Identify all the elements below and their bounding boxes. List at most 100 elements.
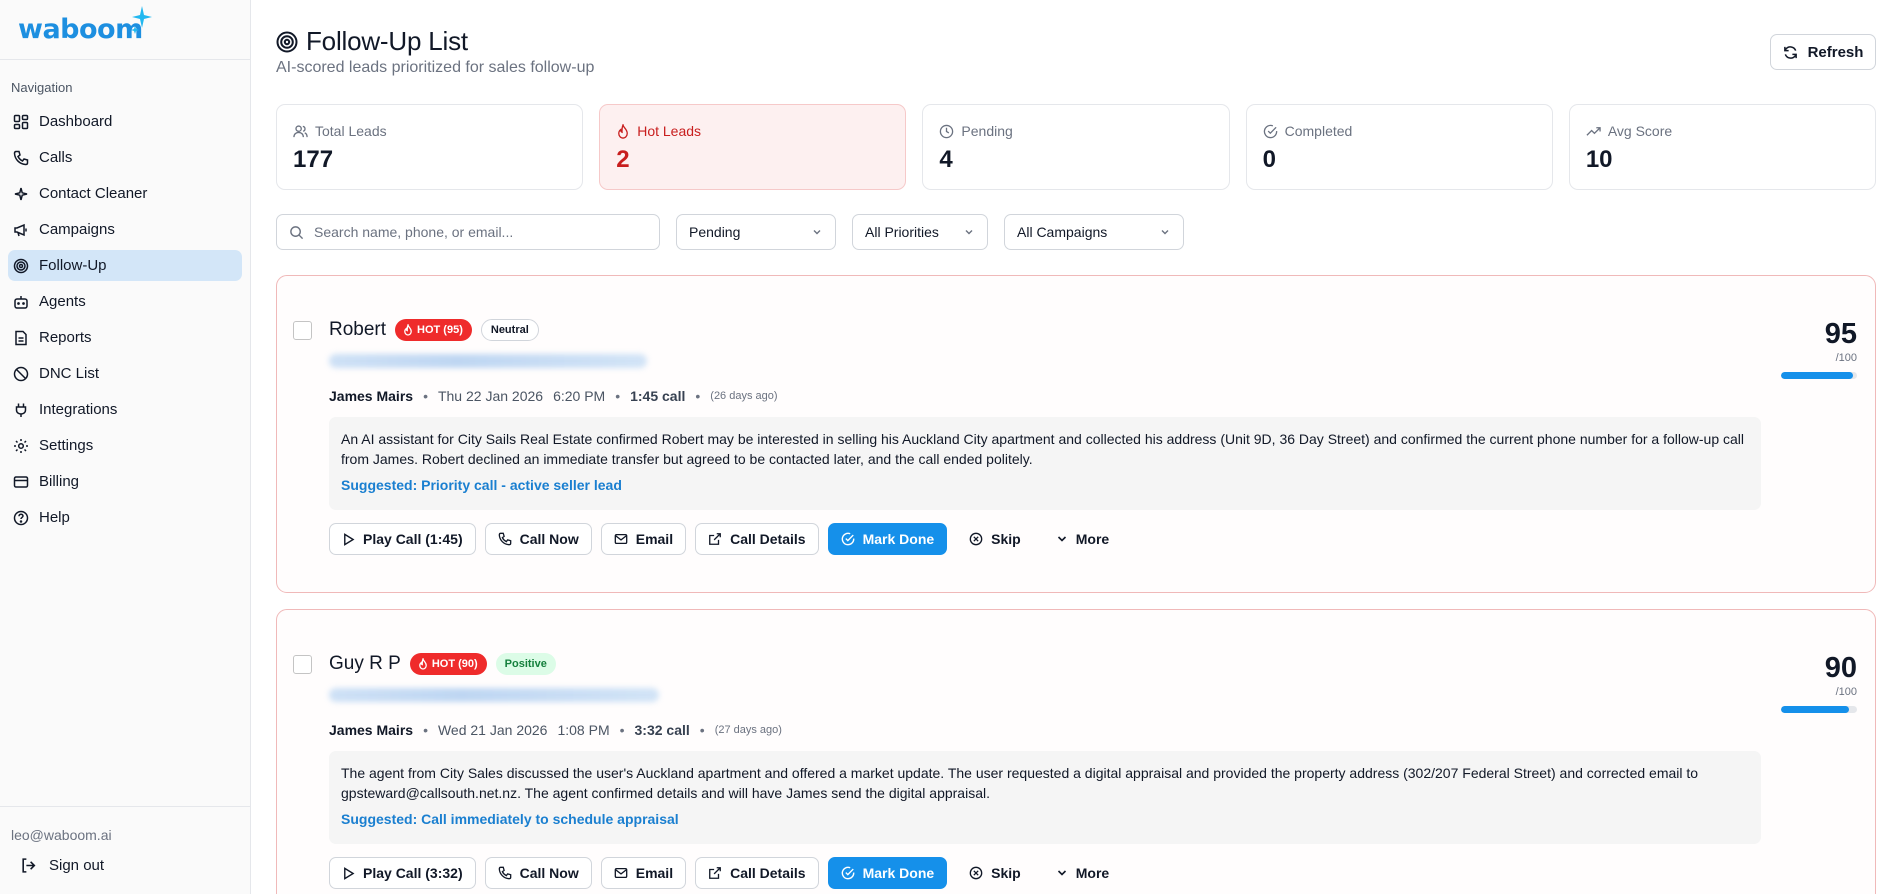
call-details-button[interactable]: Call Details xyxy=(695,523,819,555)
lead-name: Guy R P xyxy=(329,653,401,674)
email-button[interactable]: Email xyxy=(600,523,687,555)
status-select-value: Pending xyxy=(689,224,741,240)
sidebar-item-billing[interactable]: Billing xyxy=(8,466,242,497)
hot-badge: HOT (90) xyxy=(409,653,487,675)
play-call-button[interactable]: Play Call (3:32) xyxy=(329,857,476,889)
lead-actions: Play Call (1:45) Call Now Email Call Det… xyxy=(329,523,1131,555)
mark-done-button[interactable]: Mark Done xyxy=(827,857,948,889)
status-select[interactable]: Pending xyxy=(676,214,836,250)
call-summary: The agent from City Sales discussed the … xyxy=(329,751,1761,844)
sidebar-item-reports[interactable]: Reports xyxy=(8,322,242,353)
filter-bar: Search name, phone, or email... Pending … xyxy=(276,214,1200,250)
bot-icon xyxy=(12,293,30,311)
chevron-down-icon xyxy=(1159,226,1171,238)
help-circle-icon xyxy=(12,509,30,527)
sentiment-badge: Positive xyxy=(495,653,556,675)
sidebar-item-integrations[interactable]: Integrations xyxy=(8,394,242,425)
more-button[interactable]: More xyxy=(1043,523,1122,555)
sidebar-item-calls[interactable]: Calls xyxy=(8,142,242,173)
campaign-select[interactable]: All Campaigns xyxy=(1004,214,1184,250)
mark-done-label: Mark Done xyxy=(862,865,935,881)
refresh-label: Refresh xyxy=(1807,43,1864,61)
logo[interactable]: waboom xyxy=(0,0,250,60)
score-bar-fill xyxy=(1781,372,1854,379)
lead-score: 90 /100 xyxy=(1781,652,1857,713)
x-circle-icon xyxy=(969,532,983,546)
agent-name: James Mairs xyxy=(329,722,414,738)
nav-heading: Navigation xyxy=(11,80,73,95)
chevron-down-icon xyxy=(963,226,975,238)
brand-name: waboom xyxy=(18,14,143,45)
more-button[interactable]: More xyxy=(1043,857,1122,889)
play-call-label: Play Call (1:45) xyxy=(363,531,463,547)
lead-actions: Play Call (3:32) Call Now Email Call Det… xyxy=(329,857,1131,889)
mark-done-button[interactable]: Mark Done xyxy=(827,523,948,555)
stat-value: 10 xyxy=(1585,146,1613,173)
more-label: More xyxy=(1075,531,1110,547)
sidebar-item-agents[interactable]: Agents xyxy=(8,286,242,317)
megaphone-icon xyxy=(12,221,30,239)
sidebar-item-label: Integrations xyxy=(39,401,118,418)
sidebar-item-settings[interactable]: Settings xyxy=(8,430,242,461)
score-max: /100 xyxy=(1835,352,1857,364)
sidebar-item-label: Calls xyxy=(39,149,73,166)
priority-select[interactable]: All Priorities xyxy=(852,214,988,250)
trending-up-icon xyxy=(1586,124,1601,139)
sidebar-item-follow-up[interactable]: Follow-Up xyxy=(8,250,242,281)
sparkles-icon xyxy=(12,185,30,203)
agent-name: James Mairs xyxy=(329,388,414,404)
stat-value: 2 xyxy=(616,146,630,173)
sidebar-item-contact-cleaner[interactable]: Contact Cleaner xyxy=(8,178,242,209)
sidebar-item-dashboard[interactable]: Dashboard xyxy=(8,106,242,137)
file-icon xyxy=(12,329,30,347)
page-title: Follow-Up List xyxy=(306,26,468,56)
refresh-button[interactable]: Refresh xyxy=(1770,34,1876,70)
skip-button[interactable]: Skip xyxy=(956,523,1034,555)
search-icon xyxy=(289,225,304,240)
target-icon xyxy=(276,31,298,53)
lead-score: 95 /100 xyxy=(1781,318,1857,379)
sidebar: waboom Navigation Dashboard Calls Contac… xyxy=(0,0,251,894)
skip-button[interactable]: Skip xyxy=(956,857,1034,889)
search-input[interactable]: Search name, phone, or email... xyxy=(276,214,660,250)
stat-label: Total Leads xyxy=(315,123,387,139)
call-details-button[interactable]: Call Details xyxy=(695,857,819,889)
summary-text: The agent from City Sales discussed the … xyxy=(341,765,1699,801)
external-link-icon xyxy=(708,532,722,546)
stat-avg-score: Avg Score 10 xyxy=(1568,104,1877,190)
sidebar-item-label: Billing xyxy=(39,473,80,490)
flame-icon xyxy=(403,324,413,336)
sign-out-button[interactable]: Sign out xyxy=(0,843,250,874)
credit-card-icon xyxy=(12,473,30,491)
contact-info-redacted xyxy=(329,354,647,368)
play-call-button[interactable]: Play Call (1:45) xyxy=(329,523,476,555)
stats-row: Total Leads 177 Hot Leads 2 Pending 4 Co… xyxy=(276,104,1877,190)
call-now-button[interactable]: Call Now xyxy=(484,523,592,555)
sidebar-item-label: Settings xyxy=(39,437,94,454)
stat-value: 4 xyxy=(939,146,953,173)
lead-select-checkbox[interactable] xyxy=(293,655,312,674)
call-now-label: Call Now xyxy=(519,865,579,881)
search-placeholder: Search name, phone, or email... xyxy=(314,224,514,240)
lead-select-checkbox[interactable] xyxy=(293,321,312,340)
email-button[interactable]: Email xyxy=(600,857,687,889)
call-details-label: Call Details xyxy=(730,865,806,881)
phone-icon xyxy=(498,532,512,546)
call-now-button[interactable]: Call Now xyxy=(484,857,592,889)
skip-label: Skip xyxy=(991,531,1021,547)
suggested-action: Suggested: Call immediately to schedule … xyxy=(341,811,679,827)
sidebar-item-campaigns[interactable]: Campaigns xyxy=(8,214,242,245)
score-bar xyxy=(1781,706,1857,713)
call-details-label: Call Details xyxy=(730,531,806,547)
call-ago: (26 days ago) xyxy=(710,390,778,402)
contact-info-redacted xyxy=(329,688,659,702)
campaign-select-value: All Campaigns xyxy=(1017,224,1108,240)
sidebar-item-help[interactable]: Help xyxy=(8,502,242,533)
hot-badge-label: HOT (90) xyxy=(431,658,478,670)
chevron-down-icon xyxy=(811,226,823,238)
mail-icon xyxy=(614,866,628,880)
suggested-action: Suggested: Priority call - active seller… xyxy=(341,477,622,493)
call-date: Wed 21 Jan 2026 xyxy=(437,722,548,738)
stat-label: Avg Score xyxy=(1607,123,1673,139)
sidebar-item-dnc-list[interactable]: DNC List xyxy=(8,358,242,389)
